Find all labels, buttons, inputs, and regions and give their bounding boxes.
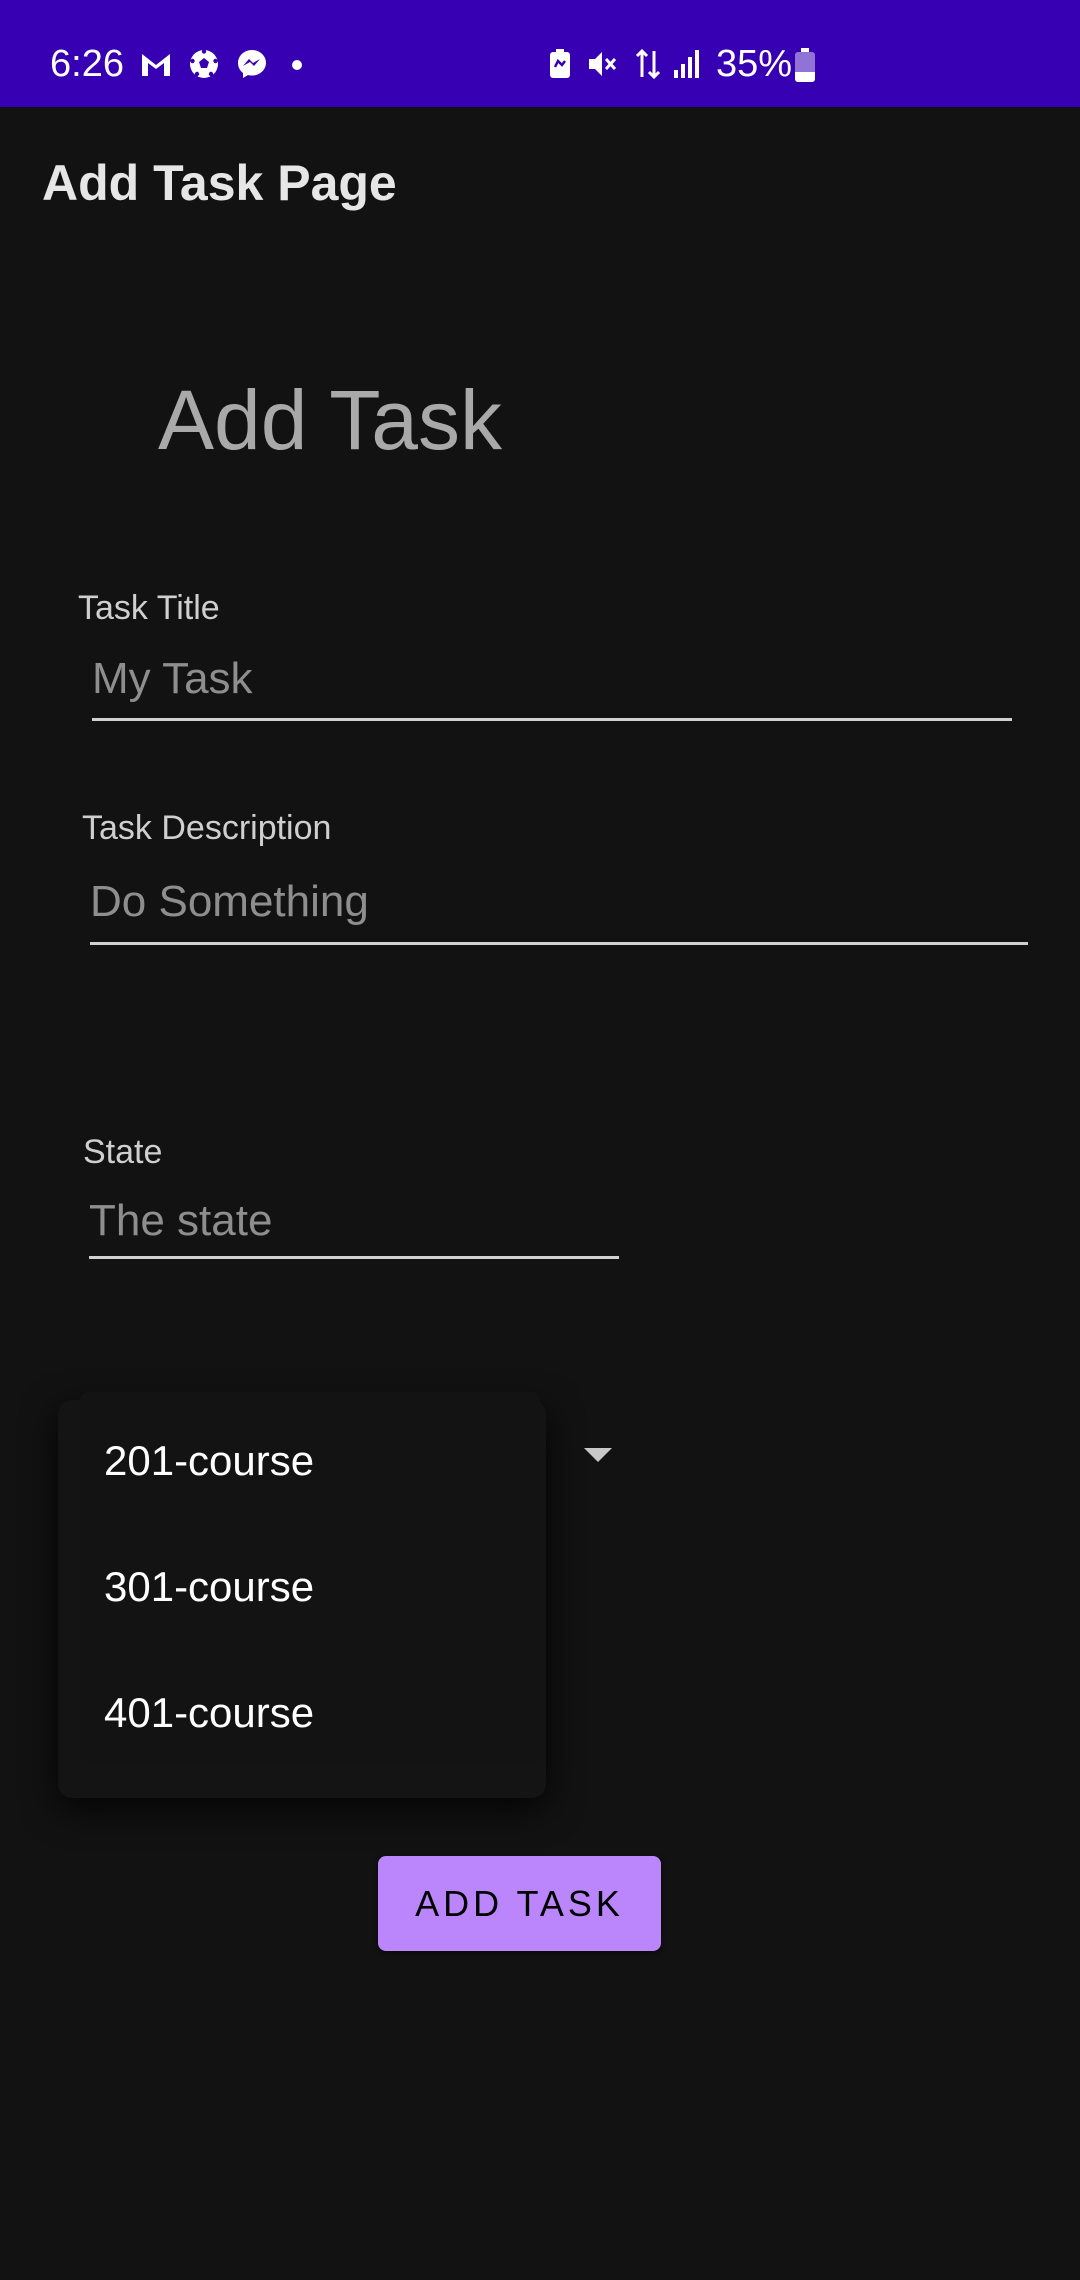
gmail-like-icon [142,54,170,76]
add-task-button[interactable]: ADD TASK [378,1856,661,1951]
task-description-label: Task Description [82,809,332,847]
task-description-input[interactable] [90,862,1028,945]
course-dropdown-menu: 201-course 301-course 401-course [80,1392,540,1762]
mute-icon [589,52,617,76]
data-transfer-icon [635,48,661,80]
signal-icon [674,50,699,78]
task-title-label: Task Title [78,589,220,627]
app-bar-title: Add Task Page [42,155,397,211]
state-input[interactable] [89,1186,619,1259]
add-task-screen: 6:26 35% Add Task Page Add Task Task Tit… [0,0,1080,2280]
battery-percent: 35% [716,43,793,85]
messenger-icon [238,50,266,78]
battery-saver-icon [550,49,570,78]
course-option-301[interactable]: 301-course [80,1532,540,1642]
soccer-ball-icon [190,49,218,78]
state-label: State [83,1133,163,1171]
course-option-401[interactable]: 401-course [80,1658,540,1768]
course-option-201[interactable]: 201-course [80,1406,540,1516]
chevron-down-icon[interactable] [584,1448,612,1462]
page-heading: Add Task [158,373,502,467]
battery-icon [795,48,815,82]
task-title-input[interactable] [92,640,1012,721]
notification-dot-icon [292,60,302,70]
status-bar: 6:26 35% [0,0,1080,107]
status-time: 6:26 [50,43,124,85]
